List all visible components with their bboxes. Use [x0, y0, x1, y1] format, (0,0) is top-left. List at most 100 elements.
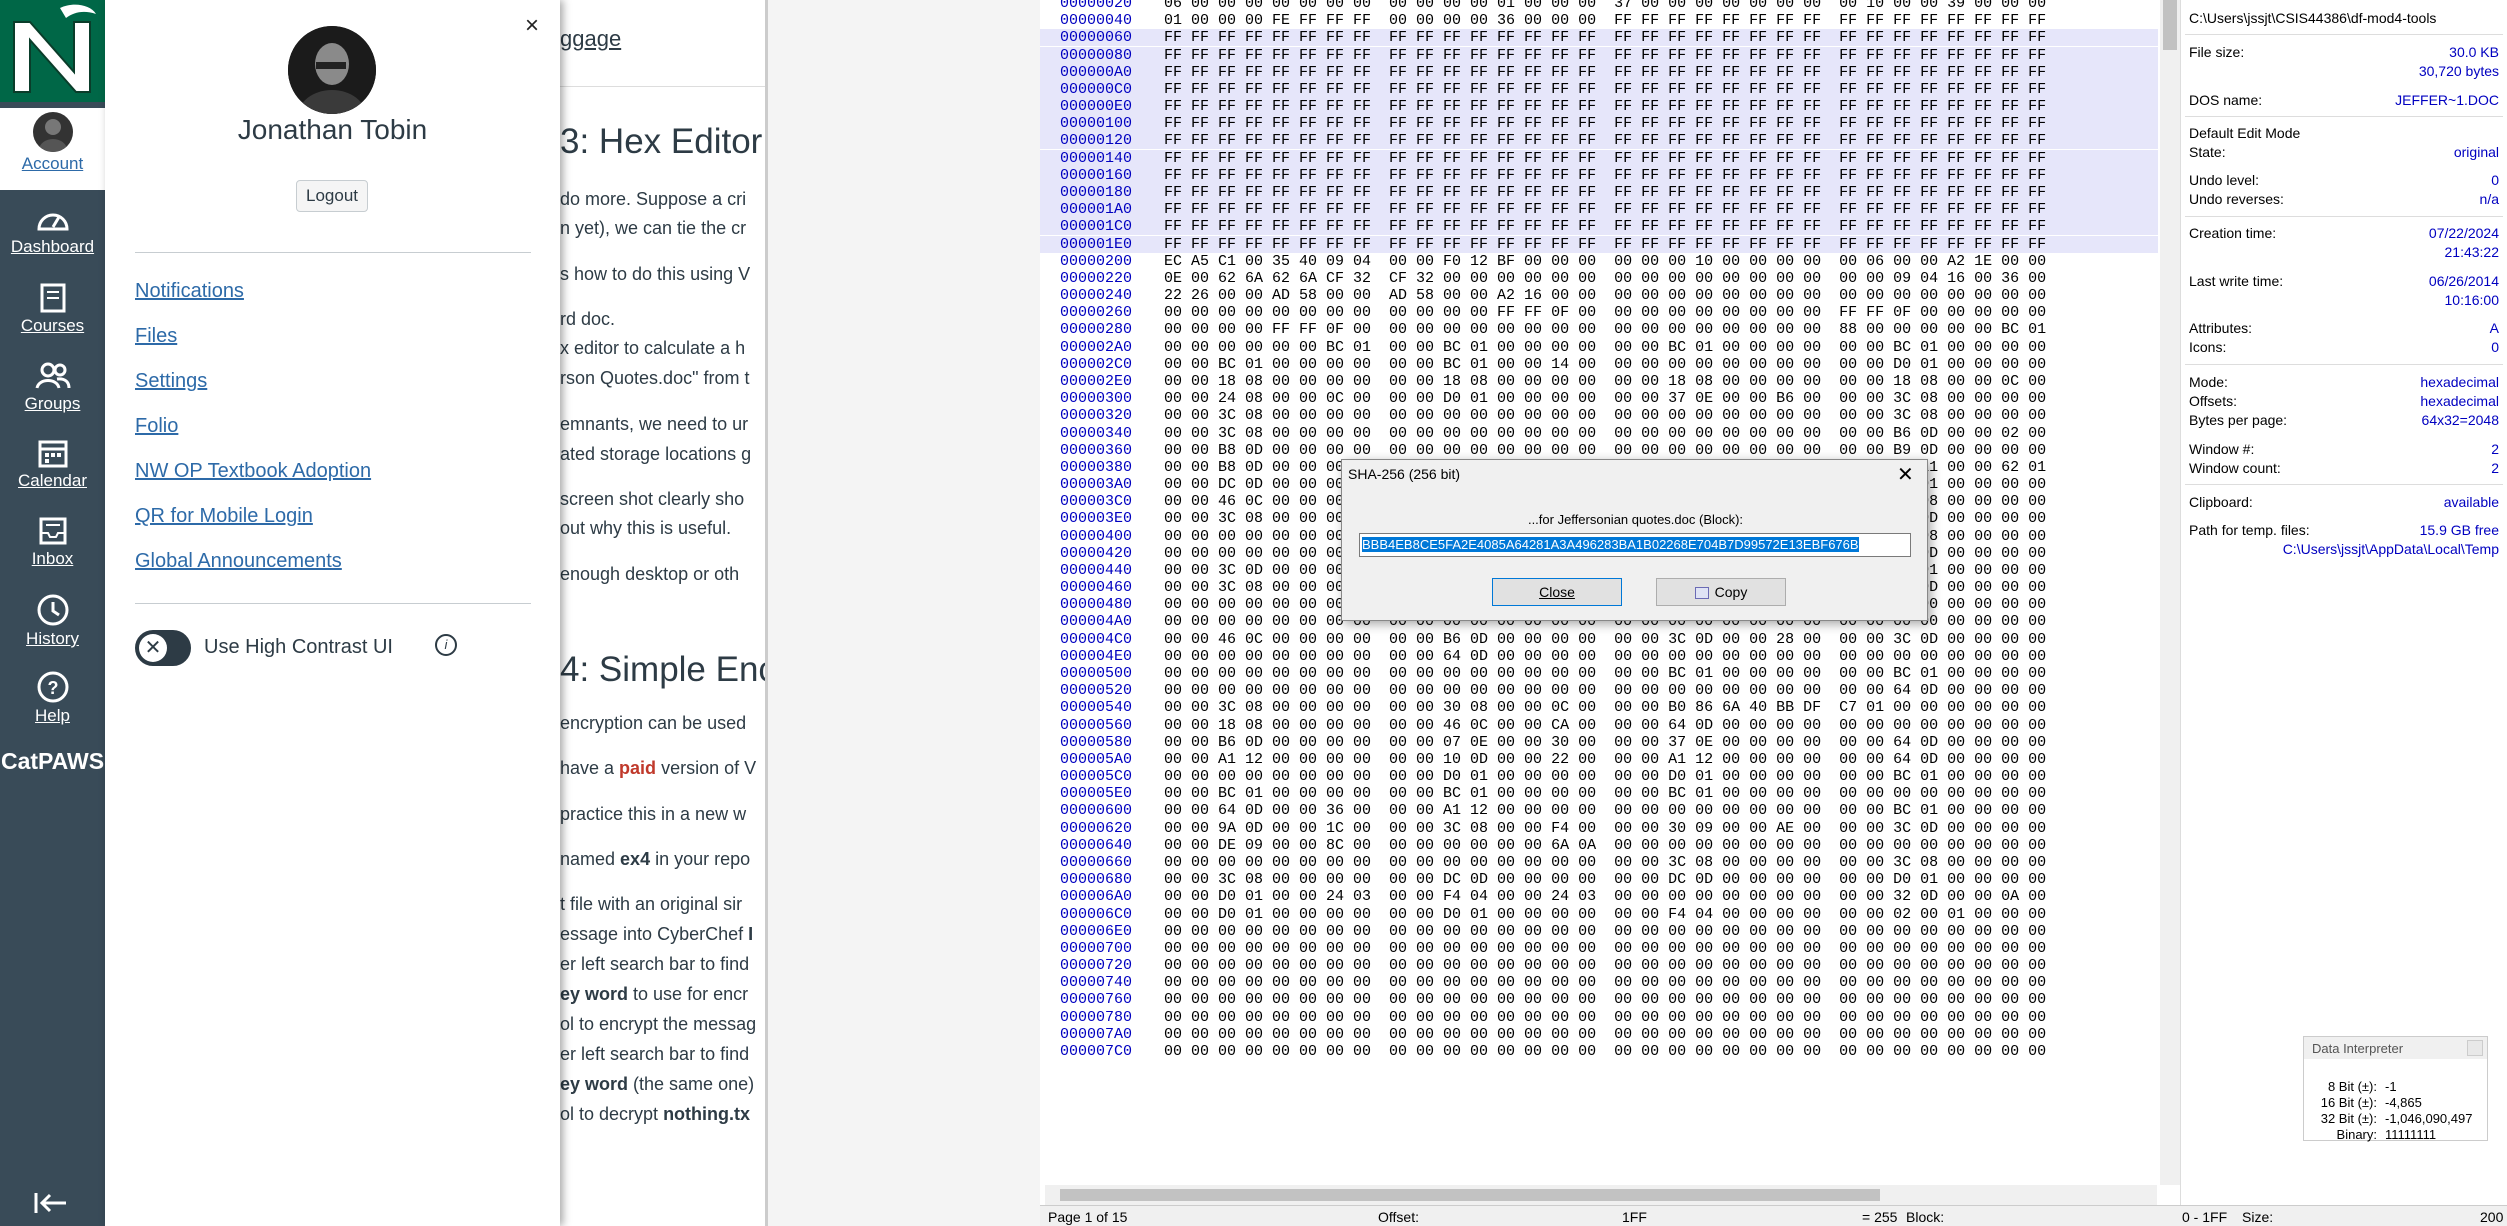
hex-bytes[interactable]: 00 00 00 00 00 00 BC 01 00 00 BC 01 00 0… [1164, 339, 2046, 356]
hex-row[interactable]: 000000A0 FF FF FF FF FF FF FF FF FF FF FF… [1040, 63, 2158, 81]
hex-row[interactable]: 000006E0 00 00 00 00 00 00 00 00 00 00 00… [1040, 923, 2158, 940]
hex-bytes[interactable]: FF FF FF FF FF FF FF FF FF FF FF FF FF F… [1164, 236, 2046, 253]
hex-bytes[interactable]: 00 00 18 08 00 00 00 00 00 00 18 08 00 0… [1164, 373, 2046, 390]
hex-bytes[interactable]: 00 00 00 00 FF FF 0F 00 00 00 00 00 00 0… [1164, 321, 2046, 338]
hex-bytes[interactable]: 00 00 3C 08 00 00 00 00 00 00 30 08 00 0… [1164, 699, 2046, 716]
hex-bytes[interactable]: 00 00 3C 08 00 00 00 00 00 00 DC 0D 00 0… [1164, 871, 2046, 888]
hex-bytes[interactable]: 00 00 D0 01 00 00 24 03 00 00 F4 04 00 0… [1164, 888, 2046, 905]
hex-bytes[interactable]: 00 00 00 00 00 00 00 00 00 00 00 00 00 0… [1164, 940, 2046, 957]
hex-bytes[interactable]: 00 00 BC 01 00 00 00 00 00 00 BC 01 00 0… [1164, 356, 2046, 373]
hex-row[interactable]: 00000700 00 00 00 00 00 00 00 00 00 00 00… [1040, 940, 2158, 957]
hex-row[interactable]: 00000620 00 00 9A 0D 00 00 1C 00 00 00 3C… [1040, 820, 2158, 837]
hex-row[interactable]: 000002C0 00 00 BC 01 00 00 00 00 00 00 BC… [1040, 356, 2158, 373]
hex-row[interactable]: 00000640 00 00 DE 09 00 00 8C 00 00 00 00… [1040, 837, 2158, 854]
hex-bytes[interactable]: 00 00 00 00 00 00 00 00 00 00 00 00 00 0… [1164, 1026, 2046, 1043]
hex-row[interactable]: 00000220 0E 00 62 6A 62 6A CF 32 CF 32 00… [1040, 270, 2158, 287]
link-global-announcements[interactable]: Global Announcements [135, 550, 342, 573]
hex-row[interactable]: 00000740 00 00 00 00 00 00 00 00 00 00 00… [1040, 974, 2158, 991]
hex-bytes[interactable]: FF FF FF FF FF FF FF FF FF FF FF FF FF F… [1164, 29, 2046, 46]
hex-bytes[interactable]: 00 00 00 00 00 00 00 00 00 00 00 00 00 0… [1164, 1043, 2046, 1060]
hex-row[interactable]: 00000260 00 00 00 00 00 00 00 00 00 00 00… [1040, 304, 2158, 321]
hex-bytes[interactable]: 0E 00 62 6A 62 6A CF 32 CF 32 00 00 00 0… [1164, 270, 2046, 287]
hex-row[interactable]: 000007A0 00 00 00 00 00 00 00 00 00 00 00… [1040, 1026, 2158, 1043]
hex-bytes[interactable]: FF FF FF FF FF FF FF FF FF FF FF FF FF F… [1164, 218, 2046, 235]
hex-bytes[interactable]: 00 00 00 00 00 00 00 00 00 00 00 00 00 0… [1164, 957, 2046, 974]
hex-bytes[interactable]: 00 00 00 00 00 00 00 00 00 00 00 00 00 0… [1164, 854, 2046, 871]
hex-bytes[interactable]: FF FF FF FF FF FF FF FF FF FF FF FF FF F… [1164, 64, 2046, 81]
hex-row[interactable]: 00000160 FF FF FF FF FF FF FF FF FF FF FF… [1040, 166, 2158, 184]
vertical-scroll-thumb[interactable] [2163, 0, 2177, 50]
hex-bytes[interactable]: 00 00 DE 09 00 00 8C 00 00 00 00 00 00 0… [1164, 837, 2046, 854]
hex-row[interactable]: 00000600 00 00 64 0D 00 00 36 00 00 00 A1… [1040, 802, 2158, 819]
hex-bytes[interactable]: 00 00 B6 0D 00 00 00 00 00 00 07 0E 00 0… [1164, 734, 2046, 751]
hex-row[interactable]: 00000340 00 00 3C 08 00 00 00 00 00 00 00… [1040, 425, 2158, 442]
hex-row[interactable]: 00000780 00 00 00 00 00 00 00 00 00 00 00… [1040, 1009, 2158, 1026]
nav-dashboard[interactable]: Dashboard [0, 205, 105, 257]
hex-bytes[interactable]: 01 00 00 00 FE FF FF FF 00 00 00 00 36 0… [1164, 12, 2046, 29]
hex-row[interactable]: 000001A0 FF FF FF FF FF FF FF FF FF FF FF… [1040, 201, 2158, 219]
hex-row[interactable]: 000004C0 00 00 46 0C 00 00 00 00 00 00 B6… [1040, 631, 2158, 648]
nav-groups[interactable]: Groups [0, 360, 105, 414]
close-icon[interactable]: ✕ [1897, 462, 1914, 487]
hex-row[interactable]: 00000080 FF FF FF FF FF FF FF FF FF FF FF… [1040, 46, 2158, 64]
hex-row[interactable]: 000005A0 00 00 A1 12 00 00 00 00 00 00 10… [1040, 751, 2158, 768]
high-contrast-toggle[interactable]: ✕ [135, 630, 191, 666]
hex-row[interactable]: 00000360 00 00 B8 0D 00 00 00 00 00 00 00… [1040, 442, 2158, 459]
hex-row[interactable]: 000001E0 FF FF FF FF FF FF FF FF FF FF FF… [1040, 235, 2158, 253]
hex-row[interactable]: 00000100 FF FF FF FF FF FF FF FF FF FF FF… [1040, 115, 2158, 133]
data-interpreter[interactable]: Data Interpreter 8 Bit (±): -1 16 Bit (±… [2303, 1036, 2488, 1142]
hex-bytes[interactable]: FF FF FF FF FF FF FF FF FF FF FF FF FF F… [1164, 132, 2046, 149]
hex-bytes[interactable]: 00 00 D0 01 00 00 00 00 00 00 D0 01 00 0… [1164, 906, 2046, 923]
hex-row[interactable]: 000004E0 00 00 00 00 00 00 00 00 00 00 64… [1040, 648, 2158, 665]
hex-bytes[interactable]: 22 26 00 00 AD 58 00 00 AD 58 00 00 A2 1… [1164, 287, 2046, 304]
hex-row[interactable]: 000002A0 00 00 00 00 00 00 BC 01 00 00 BC… [1040, 339, 2158, 356]
hex-row[interactable]: 00000240 22 26 00 00 AD 58 00 00 AD 58 00… [1040, 287, 2158, 304]
hex-row[interactable]: 000005C0 00 00 00 00 00 00 00 00 00 00 D0… [1040, 768, 2158, 785]
nav-inbox[interactable]: Inbox [0, 515, 105, 569]
hex-bytes[interactable]: 00 00 3C 08 00 00 00 00 00 00 00 00 00 0… [1164, 407, 2046, 424]
hex-bytes[interactable]: FF FF FF FF FF FF FF FF FF FF FF FF FF F… [1164, 115, 2046, 132]
hex-row[interactable]: 00000120 FF FF FF FF FF FF FF FF FF FF FF… [1040, 132, 2158, 150]
hex-row[interactable]: 00000500 00 00 00 00 00 00 00 00 00 00 00… [1040, 665, 2158, 682]
hex-bytes[interactable]: 00 00 00 00 00 00 00 00 00 00 00 00 00 0… [1164, 991, 2046, 1008]
hex-bytes[interactable]: 00 00 BC 01 00 00 00 00 00 00 BC 01 00 0… [1164, 785, 2046, 802]
hex-bytes[interactable]: 00 00 A1 12 00 00 00 00 00 00 10 0D 00 0… [1164, 751, 2046, 768]
link-folio[interactable]: Folio [135, 415, 178, 438]
hex-row[interactable]: 00000580 00 00 B6 0D 00 00 00 00 00 00 07… [1040, 734, 2158, 751]
nav-courses[interactable]: Courses [0, 282, 105, 336]
link-textbook-adoption[interactable]: NW OP Textbook Adoption [135, 460, 371, 483]
hash-field[interactable]: BBB4EB8CE5FA2E4085A64281A3A496283BA1B022… [1359, 533, 1911, 557]
link-qr-login[interactable]: QR for Mobile Login [135, 505, 313, 528]
hex-bytes[interactable]: FF FF FF FF FF FF FF FF FF FF FF FF FF F… [1164, 167, 2046, 184]
hex-row[interactable]: 00000720 00 00 00 00 00 00 00 00 00 00 00… [1040, 957, 2158, 974]
copy-button[interactable]: Copy [1656, 578, 1786, 606]
hex-bytes[interactable]: 00 00 9A 0D 00 00 1C 00 00 00 3C 08 00 0… [1164, 820, 2046, 837]
hex-bytes[interactable]: FF FF FF FF FF FF FF FF FF FF FF FF FF F… [1164, 81, 2046, 98]
hex-bytes[interactable]: 00 00 00 00 00 00 00 00 00 00 64 0D 00 0… [1164, 648, 2046, 665]
hex-bytes[interactable]: 00 00 00 00 00 00 00 00 00 00 00 00 FF F… [1164, 304, 2046, 321]
link-settings[interactable]: Settings [135, 370, 207, 393]
hex-bytes[interactable]: FF FF FF FF FF FF FF FF FF FF FF FF FF F… [1164, 47, 2046, 64]
vertical-scrollbar[interactable] [2160, 0, 2180, 1185]
hex-row[interactable]: 000001C0 FF FF FF FF FF FF FF FF FF FF FF… [1040, 218, 2158, 236]
hex-row[interactable]: 000000C0 FF FF FF FF FF FF FF FF FF FF FF… [1040, 80, 2158, 98]
page-link-fragment[interactable]: ggage [560, 26, 621, 52]
info-icon[interactable]: i [435, 634, 457, 656]
hex-bytes[interactable]: 00 00 24 08 00 00 0C 00 00 00 D0 01 00 0… [1164, 390, 2046, 407]
hex-bytes[interactable]: 00 00 00 00 00 00 00 00 00 00 00 00 00 0… [1164, 1009, 2046, 1026]
hex-row[interactable]: 000000E0 FF FF FF FF FF FF FF FF FF FF FF… [1040, 98, 2158, 116]
hex-row[interactable]: 00000020 06 00 00 00 00 00 00 00 00 00 00… [1040, 0, 2158, 12]
hex-bytes[interactable]: 00 00 3C 08 00 00 00 00 00 00 00 00 00 0… [1164, 425, 2046, 442]
hex-bytes[interactable]: 00 00 00 00 00 00 00 00 00 00 00 00 00 0… [1164, 974, 2046, 991]
logout-button[interactable]: Logout [296, 180, 368, 212]
link-notifications[interactable]: Notifications [135, 280, 244, 303]
hex-row[interactable]: 00000540 00 00 3C 08 00 00 00 00 00 00 30… [1040, 699, 2158, 716]
link-files[interactable]: Files [135, 325, 177, 348]
hex-bytes[interactable]: 00 00 64 0D 00 00 36 00 00 00 A1 12 00 0… [1164, 802, 2046, 819]
hex-row[interactable]: 00000520 00 00 00 00 00 00 00 00 00 00 00… [1040, 682, 2158, 699]
nav-calendar[interactable]: Calendar [0, 437, 105, 491]
collapse-nav-icon[interactable] [34, 1192, 68, 1219]
hex-row[interactable]: 00000140 FF FF FF FF FF FF FF FF FF FF FF… [1040, 149, 2158, 167]
hex-row[interactable]: 00000560 00 00 18 08 00 00 00 00 00 00 46… [1040, 717, 2158, 734]
hex-row[interactable]: 00000060 FF FF FF FF FF FF FF FF FF FF FF… [1040, 29, 2158, 47]
